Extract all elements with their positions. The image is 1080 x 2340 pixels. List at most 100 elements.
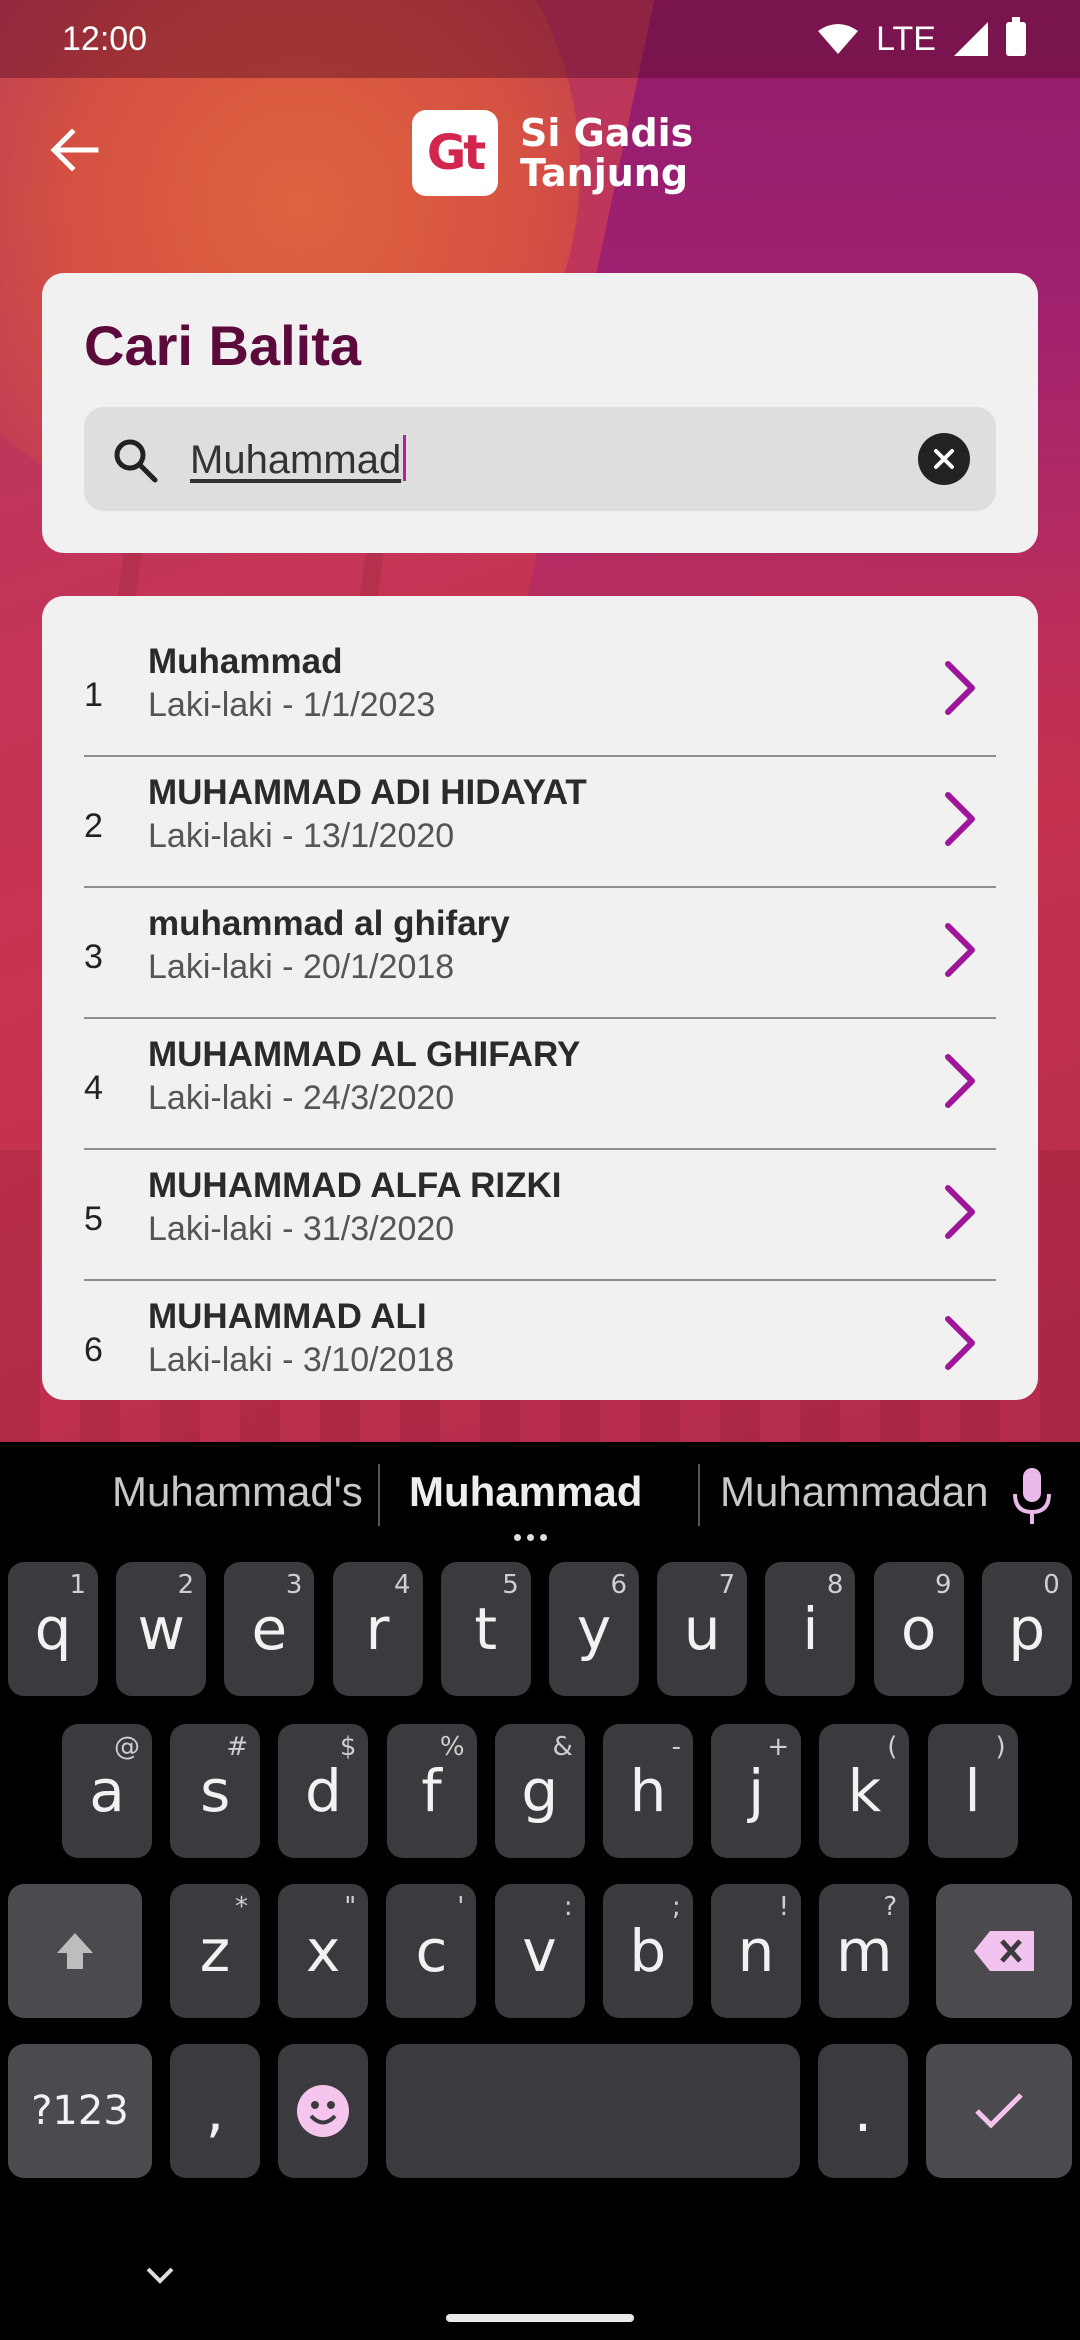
- key-l[interactable]: l): [927, 1724, 1018, 1858]
- chevron-right-icon: [945, 1316, 975, 1370]
- suggestion-2[interactable]: Muhammad: [409, 1468, 642, 1516]
- key-hint: ;: [672, 1892, 681, 1922]
- key-k[interactable]: k(: [819, 1724, 910, 1858]
- key-g[interactable]: g &: [494, 1724, 585, 1858]
- hide-keyboard-icon[interactable]: [140, 2255, 180, 2295]
- key-u[interactable]: u7: [657, 1562, 748, 1696]
- key-a[interactable]: a @: [62, 1724, 152, 1858]
- key-j[interactable]: j +: [711, 1724, 802, 1858]
- key-y[interactable]: y6: [549, 1562, 639, 1696]
- key-s[interactable]: s #: [170, 1724, 261, 1858]
- key-label: y: [576, 1595, 612, 1663]
- key-f[interactable]: f%: [386, 1724, 477, 1858]
- row-number: 1: [84, 676, 103, 714]
- result-row[interactable]: 3 muhammad al ghifary Laki-laki - 20/1/201…: [84, 888, 996, 1019]
- result-row[interactable]: 1 Muhammad Laki-laki - 1/1/2023: [84, 626, 996, 757]
- search-icon: [114, 439, 158, 483]
- shift-key[interactable]: [8, 1884, 142, 2018]
- key-hint: &: [552, 1732, 573, 1762]
- back-arrow-icon[interactable]: [42, 118, 106, 182]
- logo-mark: Gt: [412, 110, 498, 196]
- key-label: n: [737, 1917, 775, 1985]
- key-label: q: [34, 1595, 72, 1663]
- battery-icon: [1006, 17, 1026, 56]
- done-key[interactable]: [926, 2044, 1072, 2178]
- key-v[interactable]: v:: [494, 1884, 585, 2018]
- key-w[interactable]: w2: [116, 1562, 207, 1696]
- key-label: v: [522, 1917, 557, 1985]
- signal-icon: [954, 22, 988, 56]
- key-p[interactable]: p0: [981, 1562, 1072, 1696]
- key-label: .: [853, 2077, 873, 2145]
- key-h[interactable]: h-: [603, 1724, 693, 1858]
- key-q[interactable]: q1: [8, 1562, 98, 1696]
- key-r[interactable]: r4: [332, 1562, 423, 1696]
- key-hint: 2: [177, 1570, 195, 1600]
- comma-key[interactable]: ,: [170, 2044, 260, 2178]
- logo-text: Si Gadis Tanjung: [520, 113, 693, 193]
- key-hint: 1: [69, 1570, 86, 1600]
- result-row[interactable]: 2 MUHAMMAD ADI HIDAYAT Laki-laki - 13/1/20…: [84, 757, 996, 888]
- check-icon: [975, 2093, 1023, 2129]
- microphone-icon[interactable]: [1010, 1466, 1054, 1528]
- child-info: Laki-laki - 3/10/2018: [148, 1341, 455, 1374]
- period-key[interactable]: .: [818, 2044, 908, 2178]
- home-indicator[interactable]: [446, 2314, 634, 2322]
- key-label: a: [89, 1757, 125, 1825]
- search-input[interactable]: Muhammad: [190, 435, 407, 483]
- result-row[interactable]: 4 MUHAMMAD AL GHIFARY Laki-laki - 24/3/202…: [84, 1019, 996, 1150]
- child-name: Muhammad: [148, 642, 343, 681]
- status-bar: 12:00 LTE: [0, 0, 1080, 78]
- key-label: l: [964, 1757, 981, 1825]
- key-b[interactable]: b;: [602, 1884, 693, 2018]
- symbols-key[interactable]: ?123: [8, 2044, 152, 2178]
- key-label: k: [847, 1757, 882, 1825]
- result-row[interactable]: 6 MUHAMMAD ALI Laki-laki - 3/10/2018: [84, 1281, 996, 1374]
- key-e[interactable]: e3: [224, 1562, 315, 1696]
- key-z[interactable]: z *: [170, 1884, 260, 2018]
- search-field[interactable]: Muhammad: [84, 407, 996, 511]
- key-label: c: [415, 1917, 448, 1985]
- emoji-key[interactable]: [278, 2044, 368, 2178]
- key-c[interactable]: c ': [386, 1884, 477, 2018]
- key-label: w: [137, 1595, 185, 1663]
- chevron-right-icon: [945, 792, 975, 846]
- row-number: 2: [84, 807, 103, 845]
- app-bar: Gt Si Gadis Tanjung: [0, 78, 1080, 228]
- key-o[interactable]: o9: [873, 1562, 964, 1696]
- backspace-key[interactable]: [936, 1884, 1072, 2018]
- key-hint: ): [995, 1732, 1006, 1762]
- key-n[interactable]: n!: [711, 1884, 801, 2018]
- key-hint: ': [457, 1892, 465, 1922]
- space-key[interactable]: [386, 2044, 800, 2178]
- key-hint: 7: [718, 1570, 736, 1600]
- key-x[interactable]: x ": [278, 1884, 369, 2018]
- key-label: g: [521, 1757, 559, 1825]
- key-hint: :: [563, 1892, 573, 1922]
- key-hint: (: [887, 1732, 898, 1762]
- suggestion-strip: Muhammad's Muhammad Muhammadan: [0, 1442, 1080, 1552]
- key-label: d: [304, 1757, 342, 1825]
- key-d[interactable]: d $: [278, 1724, 369, 1858]
- key-t[interactable]: t5: [440, 1562, 531, 1696]
- row-number: 6: [84, 1331, 103, 1369]
- key-hint: +: [767, 1732, 790, 1762]
- more-suggestions-icon[interactable]: [514, 1534, 547, 1541]
- key-label: j: [748, 1757, 765, 1825]
- key-label: ?123: [31, 2088, 129, 2134]
- key-label: r: [365, 1595, 390, 1663]
- key-i[interactable]: i8: [765, 1562, 856, 1696]
- suggestion-1[interactable]: Muhammad's: [112, 1468, 363, 1516]
- result-row[interactable]: 5 MUHAMMAD ALFA RIZKI Laki-laki - 31/3/202…: [84, 1150, 996, 1281]
- suggestion-3[interactable]: Muhammadan: [720, 1468, 988, 1516]
- row-number: 5: [84, 1200, 103, 1238]
- key-hint: $: [339, 1732, 357, 1762]
- key-hint: 9: [935, 1570, 952, 1600]
- app-logo: Gt Si Gadis Tanjung: [412, 110, 693, 196]
- key-hint: !: [778, 1892, 789, 1922]
- clear-search-button[interactable]: [918, 433, 970, 485]
- key-hint: 5: [502, 1570, 519, 1600]
- row-number: 4: [84, 1069, 103, 1107]
- key-m[interactable]: m?: [819, 1884, 910, 2018]
- status-time: 12:00: [62, 19, 148, 58]
